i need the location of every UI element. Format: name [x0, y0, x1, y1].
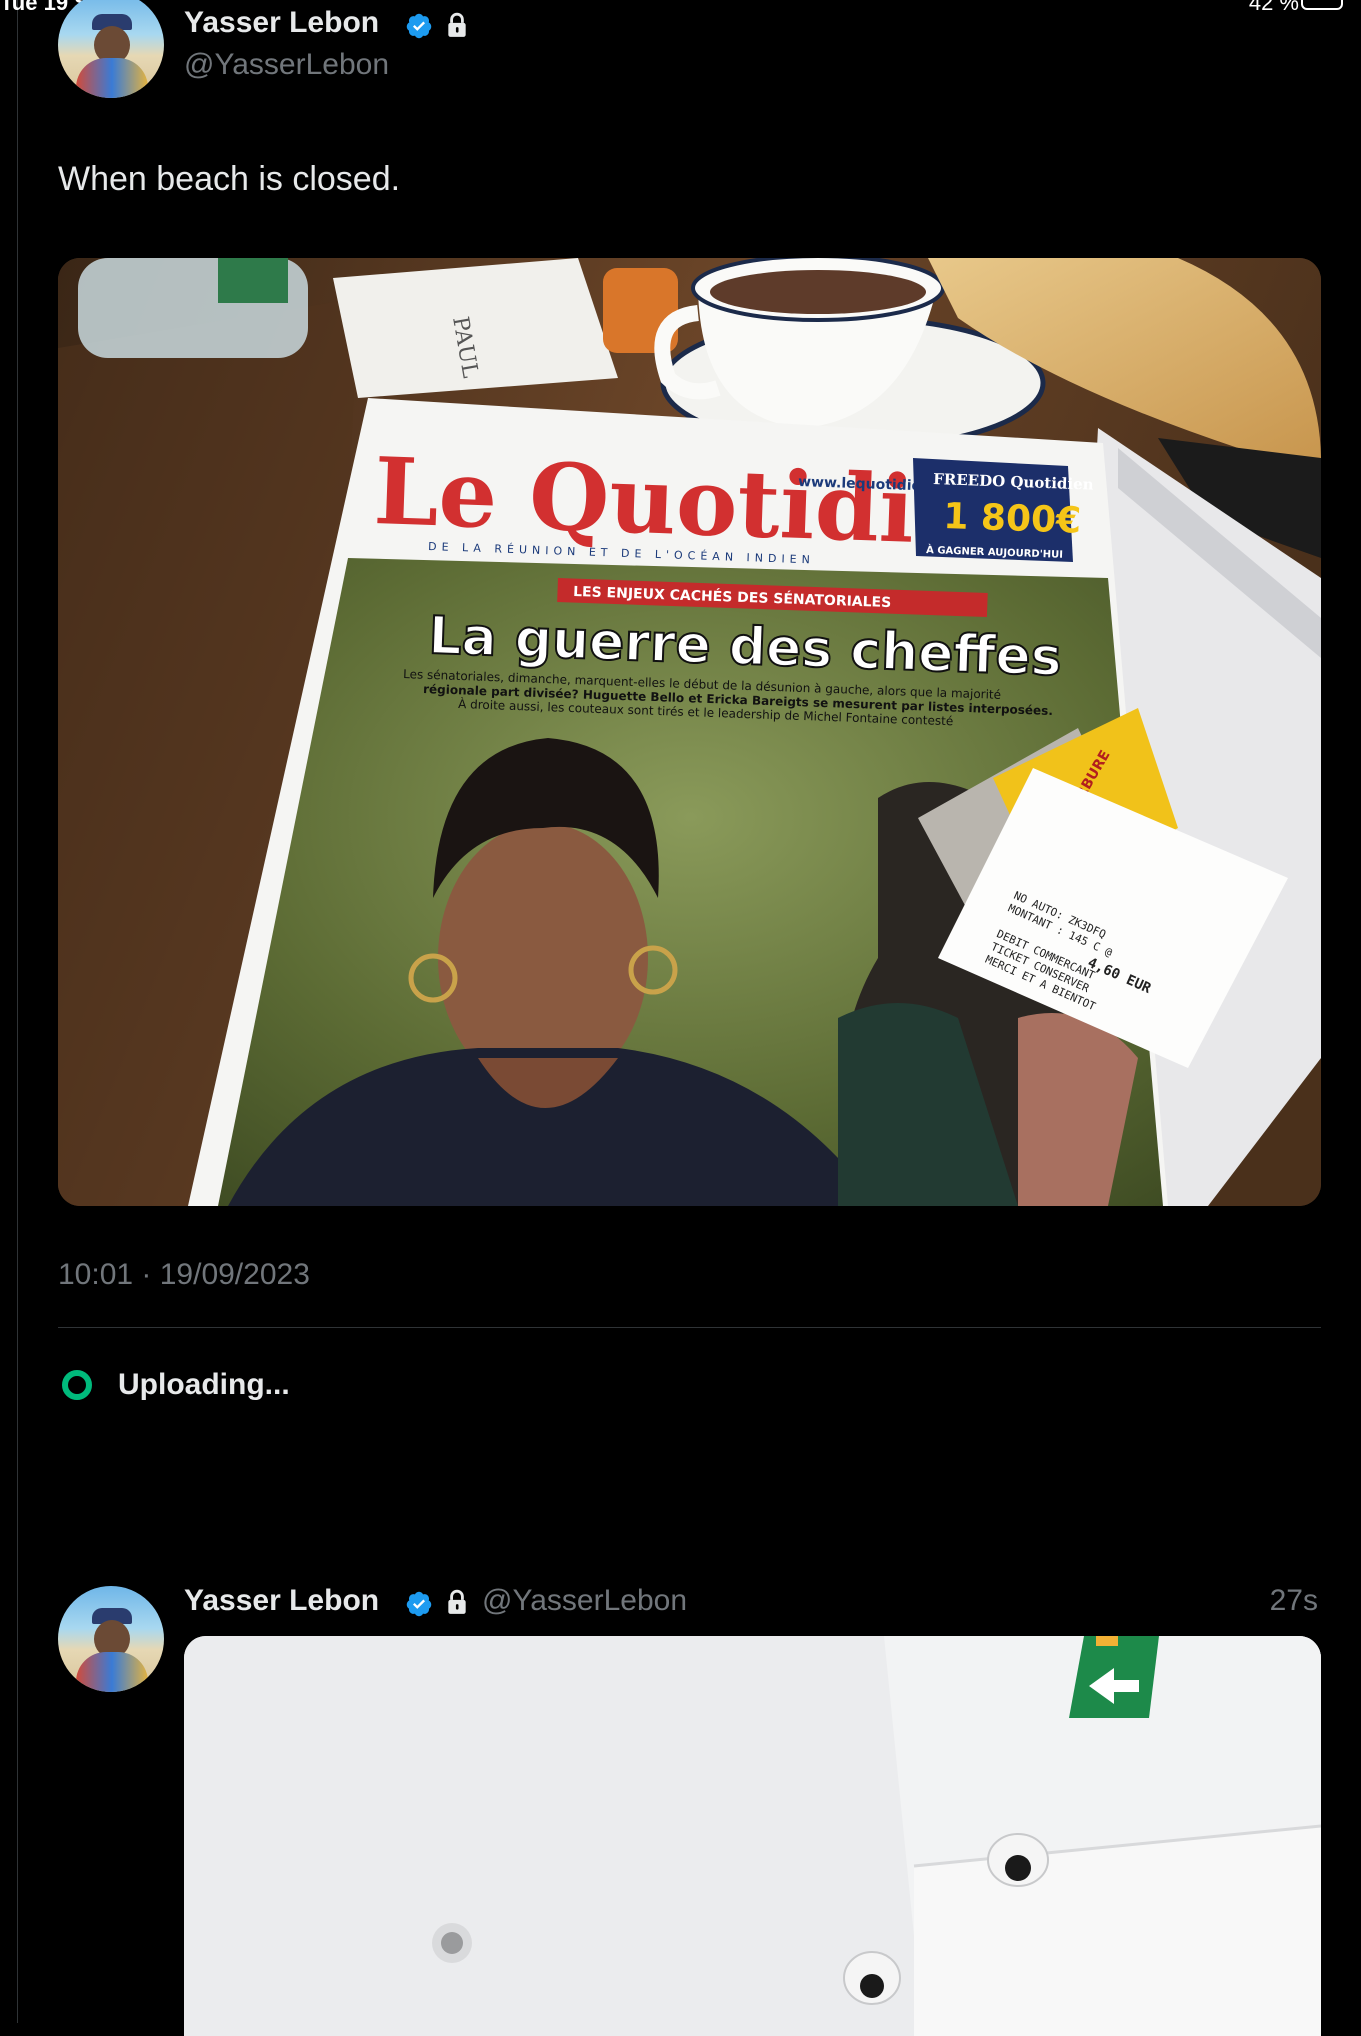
author-handle[interactable]: @YasserLebon	[184, 48, 389, 82]
battery-icon	[1301, 0, 1343, 10]
reply-author-handle[interactable]: @YasserLebon	[482, 1584, 687, 1618]
promo-amount: 1 800€	[943, 496, 1082, 542]
newspaper-photo: PAUL Le Quotidien www.lequotidien.re DE …	[58, 258, 1321, 1206]
tweet-text: When beach is closed.	[58, 160, 401, 198]
ceiling-photo	[184, 1636, 1321, 2036]
tweet-photo[interactable]: PAUL Le Quotidien www.lequotidien.re DE …	[58, 258, 1321, 1206]
upload-status: Uploading...	[58, 1360, 290, 1410]
upload-progress-icon	[62, 1370, 92, 1400]
reply-avatar[interactable]	[58, 1586, 164, 1692]
bottle-label	[218, 258, 288, 303]
upload-status-label: Uploading...	[118, 1368, 290, 1401]
reply-verified-badge-icon	[406, 1591, 432, 1617]
timeline-border	[17, 0, 18, 2023]
coffee	[710, 270, 926, 314]
lock-icon	[448, 12, 466, 37]
reply-author-name[interactable]: Yasser Lebon	[184, 1584, 379, 1618]
divider	[58, 1327, 1321, 1328]
verified-badge-icon	[406, 13, 432, 39]
battery-percentage: 42 %	[1248, 0, 1299, 14]
reply-lock-icon	[448, 1589, 466, 1614]
avatar[interactable]	[58, 0, 164, 98]
napkin	[333, 258, 618, 398]
tweet-timestamp[interactable]: 10:01 · 19/09/2023	[58, 1258, 310, 1292]
reply-photo[interactable]	[184, 1636, 1321, 2036]
author-name[interactable]: Yasser Lebon	[184, 6, 379, 40]
reply-age[interactable]: 27s	[1270, 1584, 1318, 1618]
